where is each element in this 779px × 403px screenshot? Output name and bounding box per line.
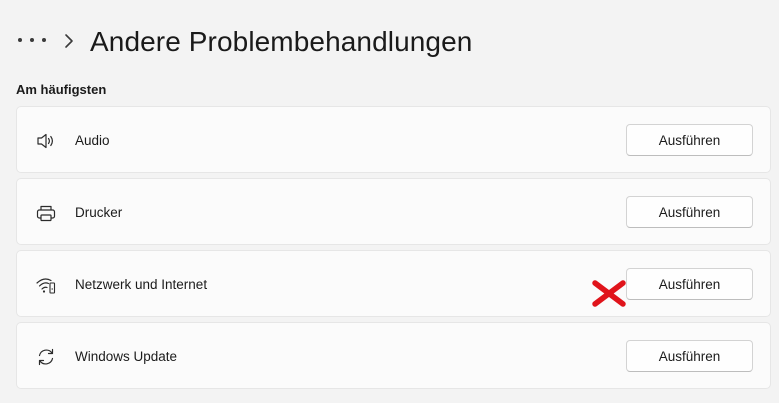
troubleshooter-label: Netzwerk und Internet <box>75 277 208 292</box>
troubleshooter-label: Windows Update <box>75 349 178 364</box>
page-title: Andere Problembehandlungen <box>90 26 473 57</box>
chevron-right-icon <box>65 34 73 48</box>
network-icon <box>36 278 56 294</box>
more-horizontal-icon[interactable] <box>18 30 46 50</box>
sync-icon <box>38 348 54 366</box>
troubleshooter-label: Audio <box>75 133 110 148</box>
run-printer-troubleshooter-button[interactable]: Ausführen <box>626 196 753 228</box>
troubleshooter-card-network: Netzwerk und Internet Ausführen <box>16 250 771 317</box>
page-header: Andere Problembehandlungen <box>0 0 779 80</box>
red-cross-mark <box>592 280 626 307</box>
printer-icon <box>36 205 56 222</box>
troubleshooter-card-printer: Drucker Ausführen <box>16 178 771 245</box>
section-title: Am häufigsten <box>16 82 107 97</box>
troubleshooter-card-windows-update: Windows Update Ausführen <box>16 322 771 389</box>
troubleshooter-label: Drucker <box>75 205 123 220</box>
troubleshooter-card-audio: Audio Ausführen <box>16 106 771 173</box>
run-network-troubleshooter-button[interactable]: Ausführen <box>626 268 753 300</box>
run-audio-troubleshooter-button[interactable]: Ausführen <box>626 124 753 156</box>
run-windows-update-troubleshooter-button[interactable]: Ausführen <box>626 340 753 372</box>
speaker-icon <box>37 133 53 149</box>
